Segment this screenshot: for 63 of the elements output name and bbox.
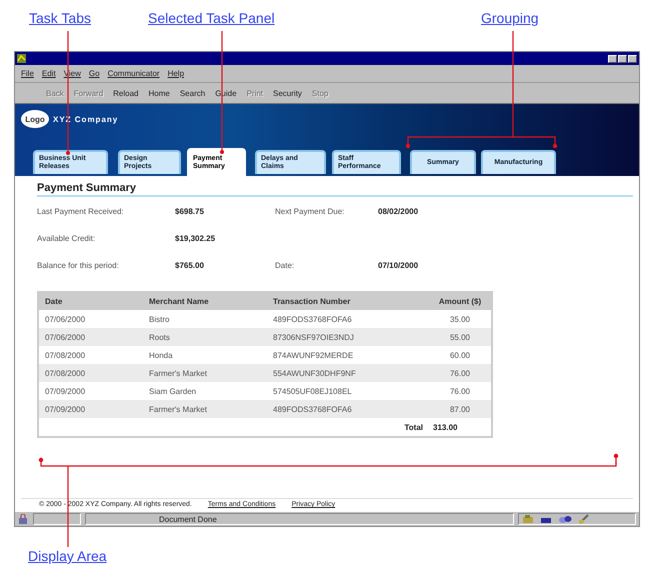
menu-item[interactable]: Go	[88, 69, 100, 78]
field-label: Available Credit:	[37, 234, 96, 243]
toolbar-button[interactable]: Security	[268, 88, 307, 98]
total-value: 313.00	[429, 418, 492, 437]
toolbar-button[interactable]: Search	[174, 88, 210, 98]
menu-item[interactable]: Help	[168, 69, 184, 78]
panel-title: Payment Summary	[37, 182, 136, 194]
security-lock-icon	[18, 514, 29, 524]
menu-item[interactable]: Edit	[42, 69, 56, 78]
field-value: 08/02/2000	[378, 207, 420, 216]
field-label: Date:	[275, 261, 296, 270]
table-cell: 87306NSF97OIE3NDJ	[267, 328, 429, 346]
table-cell: 874AWUNF92MERDE	[267, 346, 429, 364]
total-label: Total	[267, 418, 429, 437]
table-cell: 35.00	[429, 310, 492, 328]
table-cell: 07/09/2000	[38, 382, 143, 400]
table-cell: 76.00	[429, 382, 492, 400]
table-cell: 574505UF08EJ108EL	[267, 382, 429, 400]
menu-item[interactable]: Communicator	[108, 69, 160, 78]
menu-item[interactable]: File	[21, 69, 34, 78]
table-cell: 554AWUNF30DHF9NF	[267, 364, 429, 382]
table-cell: 55.00	[429, 328, 492, 346]
table-cell: Farmer's Market	[143, 364, 267, 382]
field-label: Balance for this period:	[37, 261, 120, 270]
field-label: Last Payment Received:	[37, 207, 125, 216]
toolbar-button[interactable]: Reload	[108, 88, 144, 98]
table-cell: 489FODS3768FOFA6	[267, 310, 429, 328]
close-button[interactable]	[628, 54, 637, 62]
column-header: Amount ($)	[429, 292, 492, 310]
column-header: Transaction Number	[267, 292, 429, 310]
table-cell: 60.00	[429, 346, 492, 364]
table-cell: 07/09/2000	[38, 400, 143, 418]
field-value: 07/10/2000	[378, 261, 420, 270]
column-header: Date	[38, 292, 143, 310]
field-value: $698.75	[175, 207, 205, 216]
field-value: $765.00	[175, 261, 205, 270]
table-cell: Honda	[143, 346, 267, 364]
table-cell: 07/08/2000	[38, 346, 143, 364]
table-cell: 489FODS3768FOFA6	[267, 400, 429, 418]
callout-label: Display Area	[28, 548, 107, 564]
callout-label: Task Tabs	[29, 10, 91, 26]
table-cell: Bistro	[143, 310, 267, 328]
callout-label: Selected Task Panel	[148, 10, 275, 26]
toolbar-button[interactable]: Home	[144, 88, 175, 98]
table-cell: 07/06/2000	[38, 310, 143, 328]
table-cell: 87.00	[429, 400, 492, 418]
field-label: Next Payment Due:	[275, 207, 346, 216]
chat-icon[interactable]	[558, 514, 572, 524]
pen-icon[interactable]	[578, 514, 590, 524]
maximize-button[interactable]	[618, 54, 627, 62]
table-cell: Farmer's Market	[143, 400, 267, 418]
minimize-button[interactable]	[608, 54, 617, 62]
table-cell: 07/08/2000	[38, 364, 143, 382]
browser-icon	[17, 54, 26, 63]
logo: Logo	[21, 110, 49, 128]
table-cell: Siam Garden	[143, 382, 267, 400]
field-value: $19,302.25	[175, 234, 216, 243]
status-text: Document Done	[158, 514, 217, 524]
column-header: Merchant Name	[143, 292, 267, 310]
callout-label: Grouping	[481, 10, 539, 26]
table-cell: Roots	[143, 328, 267, 346]
table-cell: 76.00	[429, 364, 492, 382]
table-cell: 07/06/2000	[38, 328, 143, 346]
